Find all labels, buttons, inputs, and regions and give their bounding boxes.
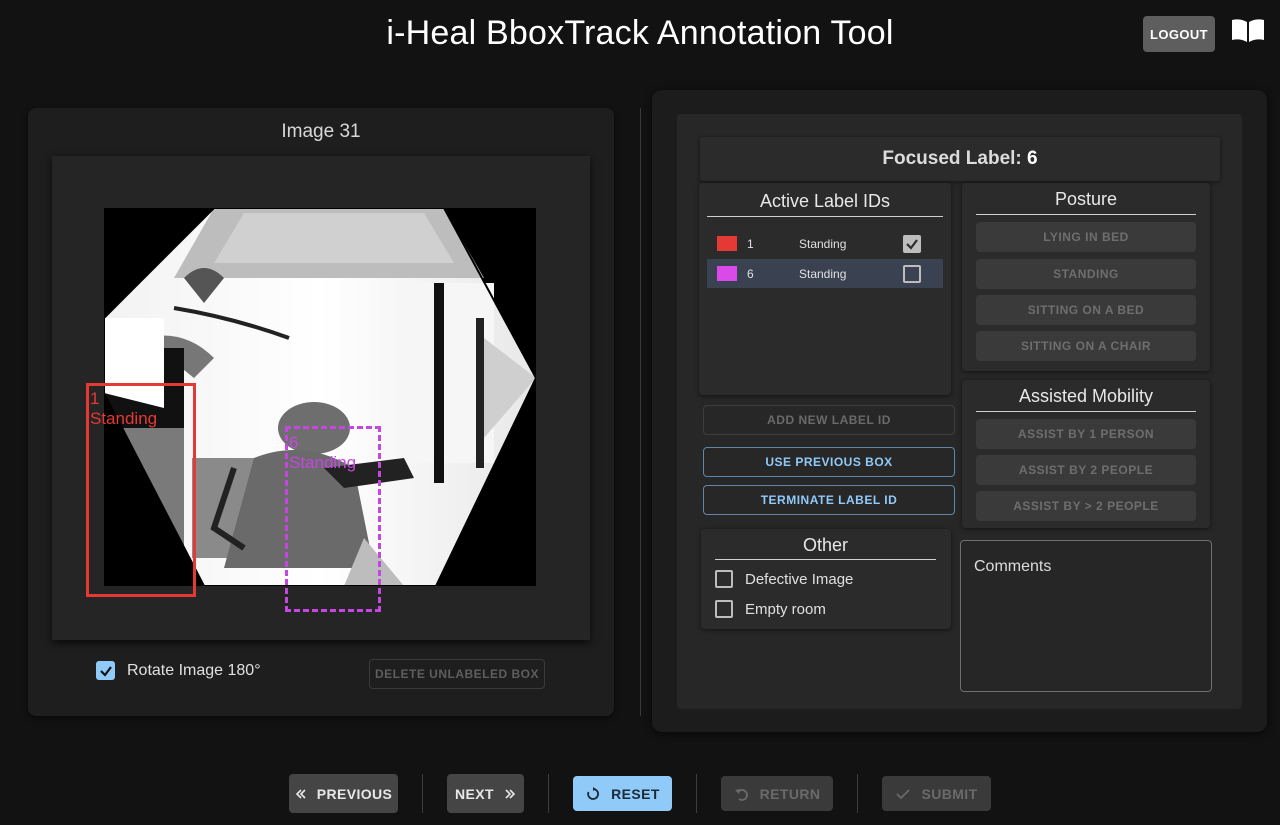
other-rule (715, 559, 936, 560)
rotate-label: Rotate Image 180° (127, 661, 261, 679)
bbox-label-6-text: 6 Standing (289, 433, 356, 473)
reset-label: RESET (611, 785, 660, 802)
posture-sitting-on-bed-button[interactable]: SITTING ON A BED (976, 295, 1196, 325)
app-title: i-Heal BboxTrack Annotation Tool (386, 14, 894, 52)
bbox-label-1-id: 1 (90, 389, 100, 408)
posture-title: Posture (1054, 189, 1118, 209)
undo-icon (734, 788, 748, 801)
assisted-mobility-title: Assisted Mobility (1018, 386, 1154, 406)
bbox-label-6-posture: Standing (289, 453, 357, 472)
book-icon[interactable] (1230, 16, 1266, 46)
panel-divider (640, 108, 641, 716)
active-label-ids-rule (707, 216, 943, 217)
submit-button[interactable]: SUBMIT (882, 776, 991, 811)
active-label-ids-card (699, 183, 951, 395)
rotate-toggle[interactable]: Rotate Image 180° (96, 661, 261, 680)
check-icon (906, 238, 918, 250)
focused-label-header: Focused Label: 6 (700, 137, 1220, 181)
label-row-6[interactable]: 6 Standing (707, 259, 943, 288)
assist-by-more-people-button[interactable]: ASSIST BY > 2 PEOPLE (976, 491, 1196, 521)
focused-label-prefix: Focused Label: (882, 148, 1028, 169)
assist-by-2-people-button[interactable]: ASSIST BY 2 PEOPLE (976, 455, 1196, 485)
image-title: Image 31 (281, 121, 361, 142)
label-row-checkbox[interactable] (903, 264, 921, 283)
assist-by-1-person-button[interactable]: ASSIST BY 1 PERSON (976, 419, 1196, 449)
defective-image-label: Defective Image (745, 570, 854, 588)
previous-button[interactable]: PREVIOUS (289, 774, 398, 813)
add-new-label-id-button[interactable]: ADD NEW LABEL ID (703, 405, 955, 435)
assisted-mobility-rule (976, 411, 1196, 412)
next-button[interactable]: NEXT (447, 774, 524, 813)
defective-image-option[interactable]: Defective Image (715, 570, 853, 588)
nav-separator (548, 774, 549, 813)
nav-separator (422, 774, 423, 813)
delete-unlabeled-box-button[interactable]: DELETE UNLABELED BOX (369, 659, 545, 689)
comments-textarea[interactable]: Comments (960, 540, 1212, 692)
nav-separator (857, 774, 858, 813)
other-title: Other (802, 535, 849, 555)
return-label: RETURN (759, 785, 821, 802)
posture-sitting-on-chair-button[interactable]: SITTING ON A CHAIR (976, 331, 1196, 361)
label-row-checkbox[interactable] (903, 234, 921, 253)
label-id: 1 (747, 236, 754, 251)
logout-button[interactable]: LOGOUT (1143, 16, 1215, 52)
posture-standing-button[interactable]: STANDING (976, 259, 1196, 289)
rotate-checkbox[interactable] (96, 661, 115, 680)
next-label: NEXT (455, 785, 494, 802)
double-chevron-left-icon (295, 788, 306, 799)
empty-room-checkbox[interactable] (715, 600, 733, 618)
check-icon (99, 665, 112, 677)
bbox-label-1-posture: Standing (90, 409, 158, 428)
reset-icon (587, 786, 600, 800)
focused-label-value: 6 (1027, 148, 1038, 169)
label-id: 6 (747, 266, 754, 281)
empty-room-option[interactable]: Empty room (715, 600, 826, 618)
submit-label: SUBMIT (921, 785, 978, 802)
label-color-swatch (717, 236, 737, 251)
posture-rule (976, 214, 1196, 215)
previous-label: PREVIOUS (316, 785, 393, 802)
use-previous-box-button[interactable]: USE PREVIOUS BOX (703, 447, 955, 477)
bbox-label-6-id: 6 (289, 433, 299, 452)
nav-separator (696, 774, 697, 813)
double-chevron-right-icon (505, 788, 516, 799)
label-row-1[interactable]: 1 Standing (707, 229, 943, 258)
active-label-ids-title: Active Label IDs (759, 191, 891, 211)
label-posture: Standing (799, 236, 847, 251)
check-icon (896, 788, 911, 799)
terminate-label-id-button[interactable]: TERMINATE LABEL ID (703, 485, 955, 515)
label-posture: Standing (799, 266, 847, 281)
bbox-label-1-text: 1 Standing (90, 389, 157, 429)
posture-lying-in-bed-button[interactable]: LYING IN BED (976, 222, 1196, 252)
label-color-swatch (717, 266, 737, 281)
defective-image-checkbox[interactable] (715, 570, 733, 588)
reset-button[interactable]: RESET (573, 776, 672, 811)
return-button[interactable]: RETURN (721, 776, 833, 811)
comments-label: Comments (974, 558, 1052, 575)
empty-room-label: Empty room (745, 600, 826, 618)
